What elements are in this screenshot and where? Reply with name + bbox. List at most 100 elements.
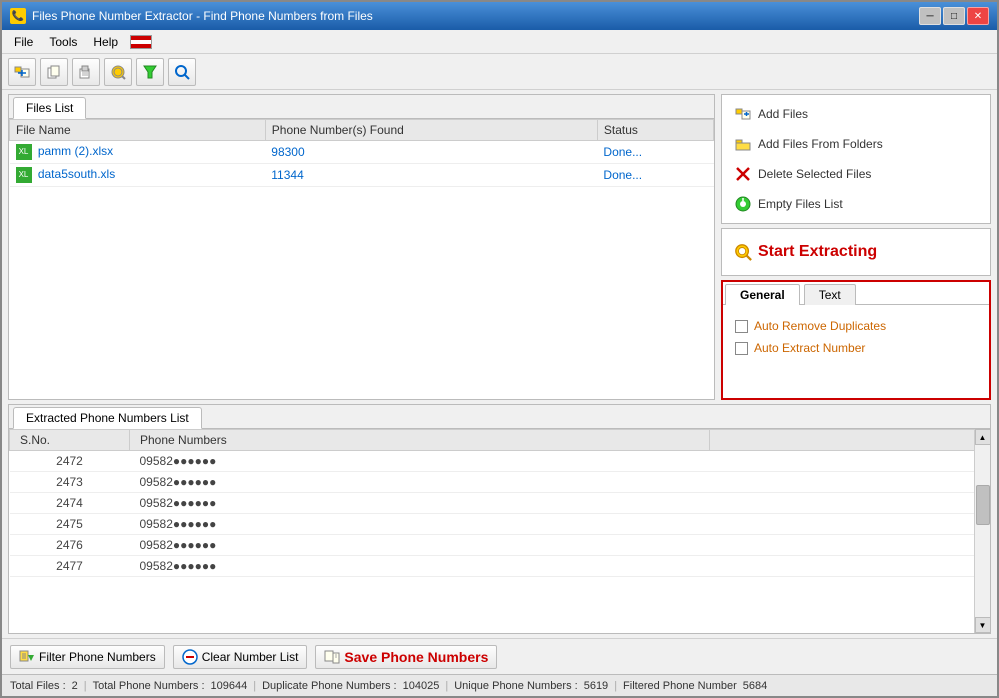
empty-list-button[interactable]: Empty Files List — [728, 191, 984, 217]
main-window: 📞 Files Phone Number Extractor - Find Ph… — [0, 0, 999, 698]
filtered-label: Filtered Phone Number — [623, 680, 737, 692]
col-status: Status — [597, 120, 713, 141]
menu-help[interactable]: Help — [85, 33, 126, 51]
phone-cell: 09582●●●●●● — [130, 451, 710, 472]
title-bar-left: 📞 Files Phone Number Extractor - Find Ph… — [10, 8, 373, 24]
sno-cell: 2477 — [10, 556, 130, 577]
menu-tools[interactable]: Tools — [41, 33, 85, 51]
add-files-button[interactable]: Add Files — [728, 101, 984, 127]
list-item[interactable]: 2473 09582●●●●●● — [10, 472, 990, 493]
file-type-icon: XL — [16, 167, 32, 183]
scroll-down-button[interactable]: ▼ — [975, 617, 991, 633]
menu-file[interactable]: File — [6, 33, 41, 51]
menu-bar: File Tools Help — [2, 30, 997, 54]
auto-extract-checkbox[interactable] — [735, 342, 748, 355]
list-item[interactable]: 2474 09582●●●●●● — [10, 493, 990, 514]
action-buttons: Add Files Add Files From Folders Delete … — [721, 94, 991, 224]
phone-cell: 09582●●●●●● — [130, 535, 710, 556]
auto-remove-checkbox[interactable] — [735, 320, 748, 333]
col-phones-found: Phone Number(s) Found — [265, 120, 597, 141]
maximize-button[interactable]: □ — [943, 7, 965, 25]
add-files-folders-button[interactable]: Add Files From Folders — [728, 131, 984, 157]
scroll-up-button[interactable]: ▲ — [975, 429, 991, 445]
scrollbar-right[interactable]: ▲ ▼ — [974, 429, 990, 633]
status-cell: Done... — [597, 141, 713, 164]
empty-cell — [710, 493, 990, 514]
list-item[interactable]: 2472 09582●●●●●● — [10, 451, 990, 472]
duplicate-value: 104025 — [403, 680, 440, 692]
title-bar-buttons: ─ □ ✕ — [919, 7, 989, 25]
clear-list-button[interactable]: Clear Number List — [173, 645, 308, 669]
filtered-value: 5684 — [743, 680, 767, 692]
settings-panel: General Text Auto Remove Duplicates Auto… — [721, 280, 991, 400]
col-sno: S.No. — [10, 430, 130, 451]
status-bar: Total Files : 2 | Total Phone Numbers : … — [2, 674, 997, 696]
phone-count-cell: 11344 — [265, 164, 597, 187]
list-item[interactable]: 2476 09582●●●●●● — [10, 535, 990, 556]
list-item[interactable]: 2475 09582●●●●●● — [10, 514, 990, 535]
toolbar-filter[interactable] — [104, 58, 132, 86]
save-numbers-button[interactable]: Save Phone Numbers — [315, 645, 497, 669]
minimize-button[interactable]: ─ — [919, 7, 941, 25]
empty-cell — [710, 535, 990, 556]
file-name-cell: XL pamm (2).xlsx — [10, 141, 266, 164]
right-panel: Add Files Add Files From Folders Delete … — [721, 94, 991, 400]
add-folder-icon — [734, 135, 752, 153]
upper-area: Files List File Name Phone Number(s) Fou… — [8, 94, 991, 400]
total-files-value: 2 — [72, 680, 78, 692]
tab-text[interactable]: Text — [804, 284, 856, 305]
toolbar-search[interactable] — [168, 58, 196, 86]
settings-content: Auto Remove Duplicates Auto Extract Numb… — [723, 305, 989, 369]
phone-cell: 09582●●●●●● — [130, 556, 710, 577]
toolbar-funnel[interactable] — [136, 58, 164, 86]
sno-cell: 2473 — [10, 472, 130, 493]
scroll-thumb[interactable] — [976, 485, 990, 525]
phone-table: S.No. Phone Numbers 2472 09582●●●●●● 247… — [9, 429, 990, 577]
list-item[interactable]: 2477 09582●●●●●● — [10, 556, 990, 577]
phone-table-container: S.No. Phone Numbers 2472 09582●●●●●● 247… — [9, 429, 990, 633]
col-extra — [710, 430, 990, 451]
total-phones-value: 109644 — [211, 680, 248, 692]
table-row[interactable]: XL pamm (2).xlsx 98300 Done... — [10, 141, 714, 164]
tab-extracted-numbers[interactable]: Extracted Phone Numbers List — [13, 407, 202, 429]
table-row[interactable]: XL data5south.xls 11344 Done... — [10, 164, 714, 187]
empty-cell — [710, 556, 990, 577]
phone-cell: 09582●●●●●● — [130, 493, 710, 514]
sno-cell: 2475 — [10, 514, 130, 535]
unique-value: 5619 — [584, 680, 608, 692]
settings-tabs: General Text — [723, 282, 989, 305]
empty-cell — [710, 472, 990, 493]
sno-cell: 2474 — [10, 493, 130, 514]
delete-files-button[interactable]: Delete Selected Files — [728, 161, 984, 187]
delete-icon — [734, 165, 752, 183]
empty-cell — [710, 514, 990, 535]
flag-icon — [130, 35, 152, 49]
empty-cell — [710, 451, 990, 472]
add-files-icon — [734, 105, 752, 123]
start-extracting-container: Start Extracting — [721, 228, 991, 276]
phone-cell: 09582●●●●●● — [130, 472, 710, 493]
close-button[interactable]: ✕ — [967, 7, 989, 25]
files-table-container: File Name Phone Number(s) Found Status X… — [9, 119, 714, 399]
toolbar-copy[interactable] — [40, 58, 68, 86]
start-extracting-button[interactable]: Start Extracting — [728, 235, 984, 269]
file-type-icon: XL — [16, 144, 32, 160]
app-icon: 📞 — [10, 8, 26, 24]
window-title: Files Phone Number Extractor - Find Phon… — [32, 9, 373, 23]
bottom-toolbar: Filter Phone Numbers Clear Number List S… — [2, 638, 997, 674]
lower-area: Extracted Phone Numbers List S.No. Phone… — [8, 404, 991, 634]
magnify-icon — [734, 243, 752, 261]
sno-cell: 2472 — [10, 451, 130, 472]
phone-cell: 09582●●●●●● — [130, 514, 710, 535]
toolbar-add-files[interactable] — [8, 58, 36, 86]
title-bar: 📞 Files Phone Number Extractor - Find Ph… — [2, 2, 997, 30]
clear-list-label: Clear Number List — [202, 650, 299, 664]
filter-numbers-button[interactable]: Filter Phone Numbers — [10, 645, 165, 669]
phone-count-cell: 98300 — [265, 141, 597, 164]
toolbar-paste[interactable] — [72, 58, 100, 86]
col-filename: File Name — [10, 120, 266, 141]
total-files-label: Total Files : — [10, 680, 66, 692]
empty-icon — [734, 195, 752, 213]
tab-files-list[interactable]: Files List — [13, 97, 86, 119]
tab-general[interactable]: General — [725, 284, 800, 305]
